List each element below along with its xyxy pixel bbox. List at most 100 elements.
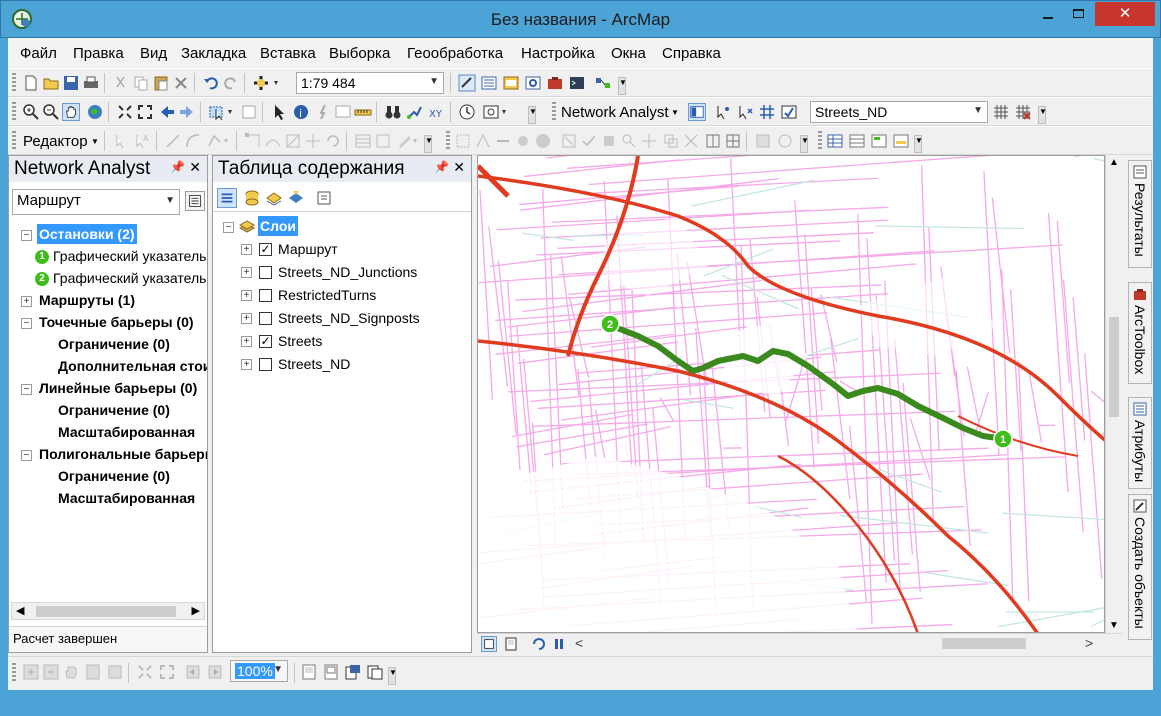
map-vertical-scrollbar[interactable]: ▲ ▼ [1105, 155, 1122, 633]
fix-topology-icon[interactable] [600, 132, 618, 150]
arctoolbox-icon[interactable] [546, 74, 564, 92]
scroll-left-icon[interactable]: ◀ [16, 604, 24, 617]
list-by-source-icon[interactable] [243, 189, 261, 207]
copy-icon[interactable] [132, 74, 150, 92]
validate-topology-icon[interactable] [580, 132, 598, 150]
scroll-up-icon[interactable]: ▲ [1109, 157, 1119, 168]
menu-windows[interactable]: Окна [611, 45, 646, 62]
topology-select-icon[interactable] [454, 132, 472, 150]
create-features-icon[interactable] [396, 132, 420, 150]
print-icon[interactable] [82, 74, 100, 92]
toolbar-grip[interactable] [12, 102, 16, 122]
polygon-barriers-scaled[interactable]: Масштабированная [58, 488, 207, 508]
na-horizontal-scrollbar[interactable]: ◀ ▶ [11, 602, 205, 620]
merge-features-icon[interactable] [704, 132, 722, 150]
clear-selection-icon[interactable] [240, 103, 258, 121]
analysis-layer-combo[interactable]: Маршрут ▼ [12, 189, 180, 215]
routes-class[interactable]: Маршруты (1) [39, 290, 135, 310]
pin-icon[interactable]: 📌 [434, 160, 449, 174]
focus-data-frame-icon[interactable] [322, 663, 340, 681]
editor-menu[interactable]: Редактор [23, 133, 88, 150]
table-icon[interactable] [826, 132, 844, 150]
select-by-attributes-icon[interactable] [870, 132, 888, 150]
layer-visibility-checkbox[interactable] [259, 358, 272, 371]
expand-icon[interactable]: + [21, 296, 32, 307]
error-inspector-icon[interactable] [620, 132, 638, 150]
menu-bookmarks[interactable]: Закладка [181, 45, 246, 62]
hyperlink-icon[interactable] [314, 103, 332, 121]
point-barriers-added-cost[interactable]: Дополнительная стоимость [58, 356, 207, 376]
fixed-zoom-out-layout-icon[interactable] [158, 663, 176, 681]
scroll-down-icon[interactable]: ▼ [1109, 620, 1119, 631]
menu-help[interactable]: Справка [662, 45, 721, 62]
close-icon[interactable]: ✕ [453, 159, 465, 176]
shared-features-icon[interactable] [662, 132, 680, 150]
network-build-errors-icon[interactable] [1014, 103, 1032, 121]
scroll-thumb[interactable] [942, 638, 1026, 649]
split-tool-icon[interactable] [304, 132, 322, 150]
layer-visibility-checkbox[interactable] [259, 312, 272, 325]
scroll-right-icon[interactable]: ▶ [192, 604, 200, 617]
fixed-zoom-out-icon[interactable] [136, 103, 154, 121]
topology-edit-icon[interactable] [474, 132, 492, 150]
topology-edge-icon[interactable] [494, 132, 512, 150]
edit-vertices-icon[interactable] [244, 132, 262, 150]
switch-selection-icon[interactable] [892, 132, 910, 150]
line-barriers-class[interactable]: Линейные барьеры (0) [39, 378, 207, 398]
fixed-zoom-in-icon[interactable] [116, 103, 134, 121]
toolbar-grip[interactable] [12, 131, 16, 151]
collapse-icon[interactable]: − [223, 222, 234, 233]
expand-icon[interactable]: + [241, 290, 252, 301]
change-layout-icon[interactable] [344, 663, 362, 681]
network-analyst-menu[interactable]: Network Analyst [561, 104, 669, 121]
end-point-arc-icon[interactable] [184, 132, 202, 150]
toc-layer-streets[interactable]: Streets [278, 331, 322, 351]
scroll-right-icon[interactable]: > [1085, 635, 1093, 651]
zoom-out-icon[interactable] [42, 103, 60, 121]
expand-icon[interactable]: + [241, 267, 252, 278]
layout-zoom-out-icon[interactable] [42, 663, 60, 681]
network-identify-icon[interactable] [758, 103, 776, 121]
layer-visibility-checkbox[interactable] [259, 289, 272, 302]
point-barriers-restriction[interactable]: Ограничение (0) [58, 334, 170, 354]
map-display[interactable]: 12 [477, 155, 1105, 633]
scroll-thumb[interactable] [1109, 317, 1119, 417]
catalog-window-icon[interactable] [502, 74, 520, 92]
pan-hand-icon[interactable] [62, 103, 80, 121]
network-analyst-window-icon[interactable] [688, 103, 706, 121]
dock-tab-results[interactable]: Результаты [1128, 160, 1152, 268]
toolbar-options-button[interactable]: ▼ [1038, 106, 1047, 124]
zoom-whole-page-icon[interactable] [84, 663, 102, 681]
create-viewer-icon[interactable] [482, 103, 510, 121]
find-route-icon[interactable] [406, 103, 424, 121]
topology-errors-icon[interactable] [560, 132, 578, 150]
list-by-visibility-icon[interactable] [265, 189, 283, 207]
georeference-globe-icon[interactable] [534, 132, 552, 150]
scroll-thumb[interactable] [36, 606, 176, 617]
toc-layer-streets-nd[interactable]: Streets_ND [278, 354, 350, 374]
toolbar-options-button[interactable]: ▼ [388, 667, 397, 685]
edit-tool-icon[interactable] [112, 132, 130, 150]
menu-geoprocessing[interactable]: Геообработка [407, 45, 503, 62]
menu-edit[interactable]: Правка [73, 45, 124, 62]
back-arrow-icon[interactable] [158, 103, 176, 121]
dock-tab-create-features[interactable]: Создать объекты [1128, 494, 1152, 640]
close-button[interactable]: ✕ [1095, 2, 1155, 26]
straight-segment-icon[interactable] [164, 132, 182, 150]
editor-toolbar-icon[interactable] [458, 74, 476, 92]
list-by-selection-icon[interactable] [287, 189, 305, 207]
toolbar-grip[interactable] [12, 73, 16, 93]
toc-window-icon[interactable] [480, 74, 498, 92]
next-extent-icon[interactable] [206, 663, 224, 681]
map-canvas[interactable]: 12 [478, 156, 1105, 633]
toolbar-options-button[interactable]: ▼ [618, 77, 627, 95]
line-barriers-scaled[interactable]: Масштабированная [58, 422, 207, 442]
menu-customize[interactable]: Настройка [521, 45, 595, 62]
toolbar-options-button[interactable]: ▼ [528, 106, 537, 124]
build-network-icon[interactable] [992, 103, 1010, 121]
polygon-barriers-restriction[interactable]: Ограничение (0) [58, 466, 170, 486]
menu-file[interactable]: Файл [20, 45, 57, 62]
menu-selection[interactable]: Выборка [329, 45, 390, 62]
toolbar-options-button[interactable]: ▼ [800, 135, 809, 153]
close-icon[interactable]: ✕ [189, 159, 201, 176]
